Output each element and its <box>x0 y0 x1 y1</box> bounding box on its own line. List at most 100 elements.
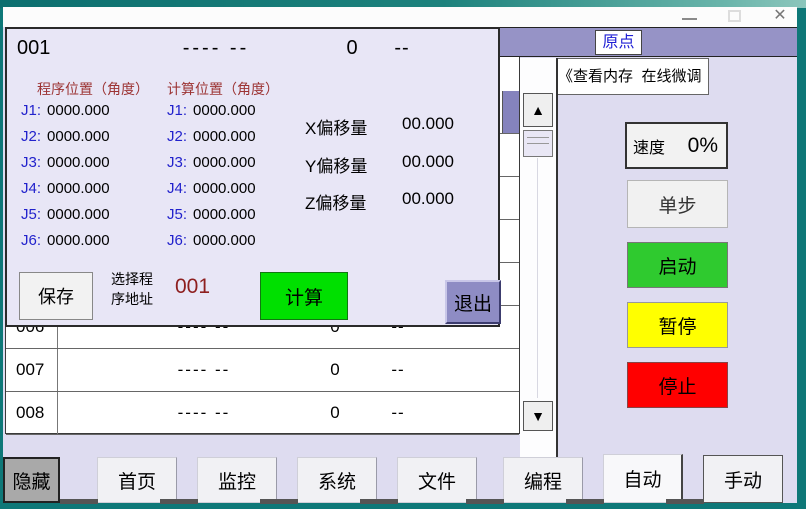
joint-row: J1: 0000.000 <box>167 102 256 119</box>
y-offset-row: Y偏移量00.000 <box>305 152 367 177</box>
joint-value: 0000.000 <box>193 206 256 223</box>
z-offset-row: Z偏移量00.000 <box>305 189 366 214</box>
joint-label: J6: <box>167 232 187 249</box>
row-endcell <box>502 306 519 348</box>
joint-value: 0000.000 <box>47 102 110 119</box>
start-button[interactable]: 启动 <box>627 242 728 288</box>
joint-row: J2: 0000.000 <box>167 128 256 145</box>
app-surface: 006 ---- -- 0 -- 007 ---- -- 0 -- 008 --… <box>3 27 797 503</box>
row-endcell <box>502 392 519 434</box>
row-endcell <box>502 349 519 391</box>
joint-label: J5: <box>167 206 187 223</box>
y-offset-label: Y偏移量 <box>305 157 367 176</box>
selected-program-row: 001 ---- -- 0 -- <box>7 33 498 63</box>
row-endcell <box>502 263 519 305</box>
row-flag: -- <box>383 392 413 434</box>
tab-home[interactable]: 首页 <box>97 457 177 503</box>
single-step-button[interactable]: 单步 <box>627 180 728 228</box>
joint-row: J5: 0000.000 <box>21 206 110 223</box>
robot-controller-window: ✕ 006 ---- -- 0 -- 00 <box>0 0 806 509</box>
origin-calibration-dialog: 001 ---- -- 0 -- 程序位置（角度） 计算位置（角度） J1:00… <box>5 27 500 327</box>
scroll-up-icon[interactable]: ▲ <box>523 93 553 127</box>
z-offset-label: Z偏移量 <box>305 194 366 213</box>
addr-label-line2: 序地址 <box>111 289 173 309</box>
joint-row: J6:0000.000 <box>21 232 110 249</box>
row-endcell <box>502 177 519 219</box>
origin-button[interactable]: 原点 <box>595 30 642 55</box>
online-fine-tune-button[interactable]: 在线微调 <box>635 58 709 95</box>
table-scrollbar: ▲ ▼ <box>520 58 558 461</box>
joint-row: J3:0000.000 <box>167 154 256 171</box>
row-value: 0 <box>320 392 350 434</box>
joint-value: 0000.000 <box>193 128 256 145</box>
mode-header-bar: 原点 <box>500 27 797 57</box>
save-button[interactable]: 保存 <box>19 272 93 320</box>
joint-label: J4: <box>21 180 41 197</box>
pause-button[interactable]: 暂停 <box>627 302 728 348</box>
row-number: 007 <box>6 349 58 391</box>
program-address-value[interactable]: 001 <box>175 275 210 299</box>
program-position-title: 程序位置（角度） <box>37 79 149 99</box>
joint-label: J4: <box>167 180 187 197</box>
x-offset-label: X偏移量 <box>305 119 367 138</box>
maximize-icon[interactable] <box>728 10 741 22</box>
program-line-number: 001 <box>17 33 50 63</box>
z-offset-value: 00.000 <box>402 189 454 209</box>
scrollbar-thumb[interactable] <box>523 130 553 157</box>
scrollbar-track[interactable] <box>537 158 538 398</box>
view-memory-button[interactable]: 《查看内存 <box>555 58 636 95</box>
joint-row: J6: 0000.000 <box>167 232 256 249</box>
joint-value: 0000.000 <box>47 154 110 171</box>
speed-label: 速度 <box>633 134 665 158</box>
tab-manual[interactable]: 手动 <box>703 455 783 503</box>
exit-button[interactable]: 退出 <box>445 280 501 324</box>
row-endcell <box>502 220 519 262</box>
tab-file[interactable]: 文件 <box>397 457 477 503</box>
row-number: 008 <box>6 392 58 434</box>
row-command: ---- -- <box>159 349 249 391</box>
program-line-command: ---- -- <box>172 33 260 63</box>
row-value: 0 <box>320 349 350 391</box>
program-line-flag: -- <box>382 33 422 63</box>
joint-row: J1: 0000.000 <box>21 102 110 119</box>
calc-position-title: 计算位置（角度） <box>167 79 279 99</box>
tab-system[interactable]: 系统 <box>297 457 377 503</box>
tab-monitor[interactable]: 监控 <box>197 457 277 503</box>
table-row-007[interactable]: 007 ---- -- 0 -- <box>6 349 519 392</box>
row-flag: -- <box>383 349 413 391</box>
joint-label: J6: <box>21 232 41 249</box>
joint-value: 0000.000 <box>47 180 110 197</box>
joint-label: J1: <box>21 102 41 119</box>
joint-value: 0000.000 <box>193 180 256 197</box>
scroll-down-icon[interactable]: ▼ <box>523 401 553 431</box>
selected-row-highlight <box>502 91 519 133</box>
close-icon[interactable]: ✕ <box>769 6 791 26</box>
x-offset-row: X偏移量00.000 <box>305 114 367 139</box>
select-program-address-label: 选择程 序地址 <box>111 269 173 309</box>
joint-label: J5: <box>21 206 41 223</box>
joint-label: J2: <box>167 128 187 145</box>
joint-row: J4: 0000.000 <box>167 180 256 197</box>
speed-display: 速度 0% <box>625 122 728 169</box>
row-endcell <box>502 134 519 176</box>
joint-value: 0000.000 <box>47 206 110 223</box>
joint-label: J1: <box>167 102 187 119</box>
joint-value: 0000.000 <box>47 128 110 145</box>
calculate-button[interactable]: 计算 <box>260 272 348 320</box>
y-offset-value: 00.000 <box>402 152 454 172</box>
table-row-008[interactable]: 008 ---- -- 0 -- <box>6 392 519 435</box>
joint-row: J4: 0000.000 <box>21 180 110 197</box>
joint-value: 0000.000 <box>193 102 256 119</box>
minimize-icon[interactable] <box>682 18 697 20</box>
tab-auto[interactable]: 自动 <box>603 454 683 503</box>
row-command: ---- -- <box>159 392 249 434</box>
joint-label: J3: <box>21 154 41 171</box>
tab-hide[interactable]: 隐藏 <box>3 457 60 503</box>
joint-row: J3: 0000.000 <box>21 154 110 171</box>
joint-value: 0000.000 <box>193 232 256 249</box>
stop-button[interactable]: 停止 <box>627 362 728 408</box>
program-line-value: 0 <box>337 33 367 63</box>
title-bar: ✕ <box>3 7 797 27</box>
joint-value: 0000.000 <box>193 154 256 171</box>
tab-program[interactable]: 编程 <box>503 457 583 503</box>
